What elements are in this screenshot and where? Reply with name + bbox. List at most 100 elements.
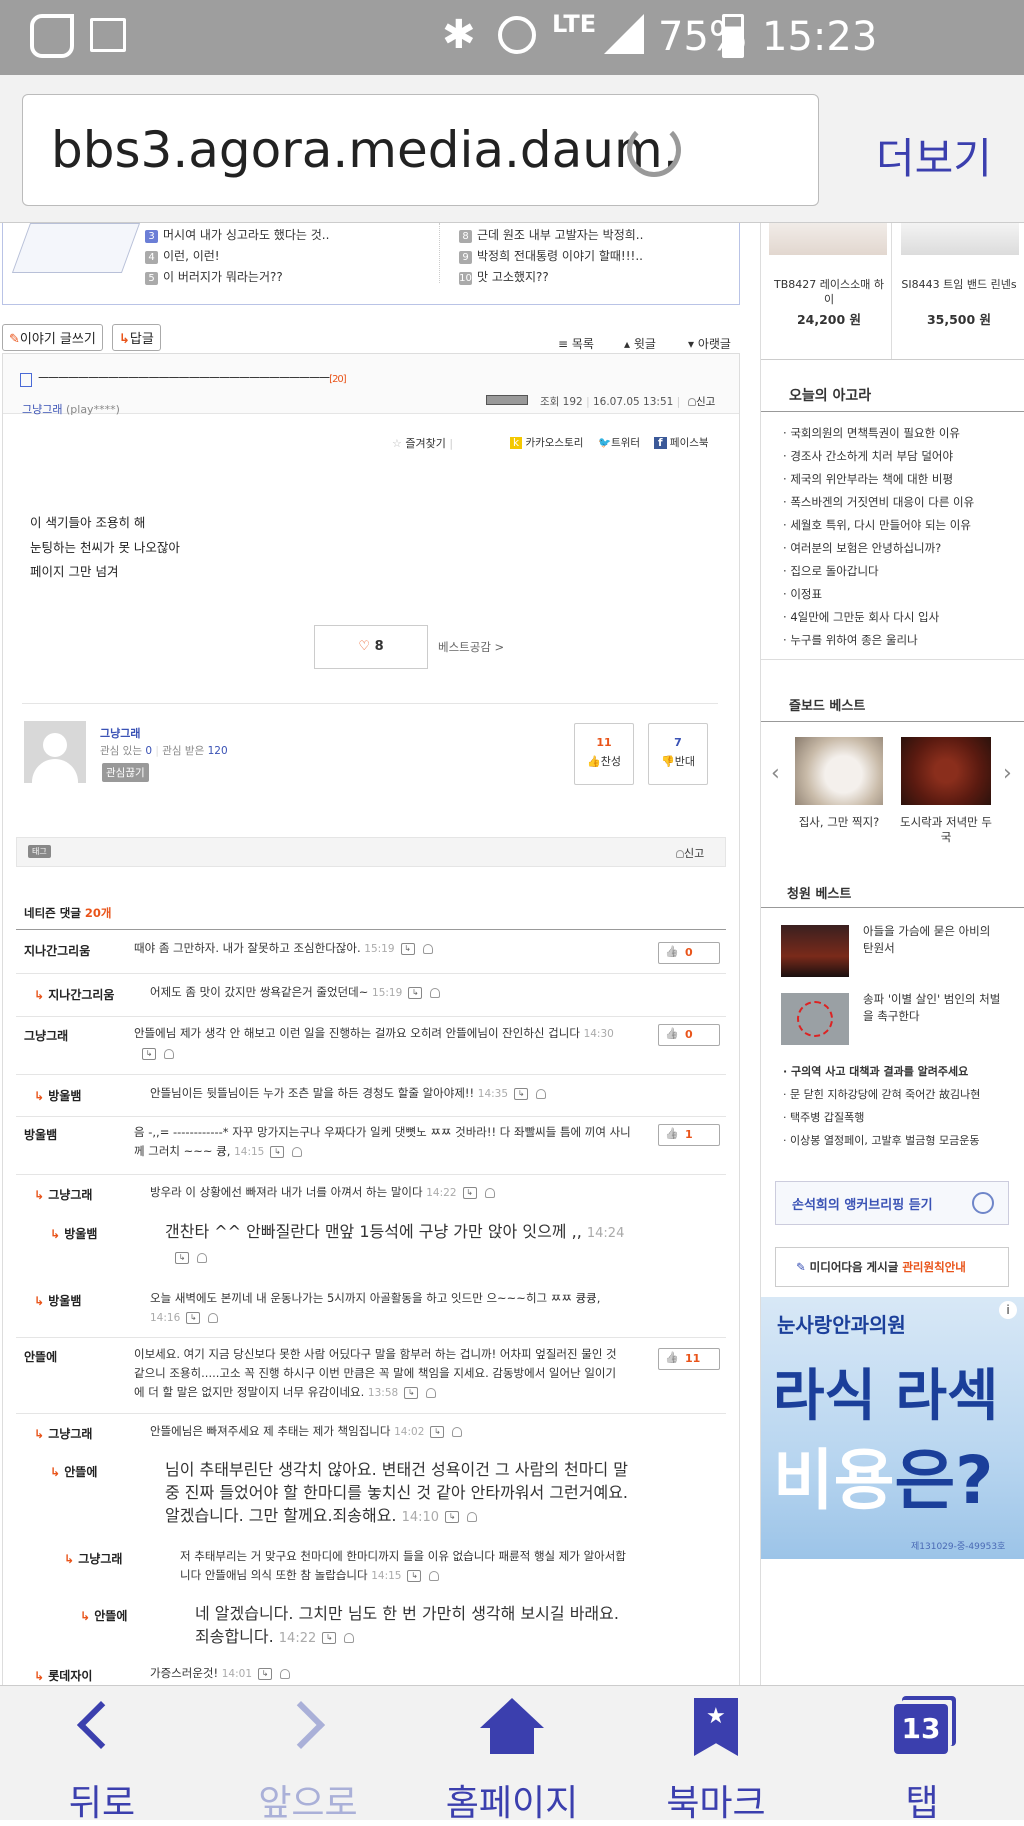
comment-author[interactable]: ↳ 방울뱀	[50, 1225, 97, 1242]
comment-author[interactable]: ↳ 지나간그리움	[34, 986, 114, 1003]
top-list-item[interactable]: 3 머시여 내가 싱고라도 했다는 것..	[145, 226, 329, 243]
report-icon[interactable]	[452, 1426, 463, 1437]
reply-icon[interactable]: ↳	[514, 1087, 529, 1100]
reply-icon[interactable]: ↳	[462, 1186, 477, 1199]
reply-icon[interactable]: ↳	[400, 942, 415, 955]
comment-author[interactable]: ↳ 그냥그래	[34, 1186, 92, 1203]
comment-author[interactable]: 그냥그래	[24, 1027, 68, 1044]
home-button[interactable]: 홈페이지	[412, 1686, 612, 1824]
url-field[interactable]: bbs3.agora.media.daum.ne	[22, 94, 819, 206]
top-list-item[interactable]: 4 이런, 이런!	[145, 247, 220, 264]
report-icon[interactable]	[426, 1387, 437, 1398]
bookmark-button[interactable]: ★ 북마크	[616, 1686, 816, 1824]
reply-icon[interactable]: ↳	[404, 1386, 419, 1399]
post-author[interactable]: 그냥그래 (play****)	[22, 401, 120, 417]
forward-button[interactable]: 앞으로	[208, 1686, 408, 1824]
reply-icon[interactable]: ↳	[430, 1425, 445, 1438]
reply-icon[interactable]: ↳	[445, 1510, 460, 1523]
board-thumbnail[interactable]	[795, 737, 883, 805]
comment-author[interactable]: 지나간그리움	[24, 942, 90, 959]
report-icon[interactable]	[430, 987, 441, 998]
comment-like-button[interactable]: 1	[658, 1124, 720, 1146]
product-image[interactable]	[901, 223, 1019, 255]
ad-banner[interactable]: 눈사랑안과의원 i 라식 라섹 비용은? 제131029-중-49953호	[761, 1297, 1024, 1559]
report-icon[interactable]	[467, 1511, 478, 1522]
disagree-button[interactable]: 7 👎반대	[648, 723, 708, 785]
back-button[interactable]: 뒤로	[2, 1686, 202, 1824]
comment-like-button[interactable]: 11	[658, 1348, 720, 1370]
comment-author[interactable]: ↳ 그냥그래	[34, 1425, 92, 1442]
ad-info-icon[interactable]: i	[999, 1301, 1017, 1319]
anchor-briefing-button[interactable]: 손석희의 앵커브리핑 듣기	[775, 1181, 1009, 1225]
more-button[interactable]: 더보기	[876, 125, 992, 186]
petition-list-item[interactable]: · 택주병 갑질폭행	[783, 1109, 864, 1125]
reply-icon[interactable]: ↳	[322, 1631, 337, 1644]
product-name[interactable]: SI8443 트임 밴드 린넨s	[901, 277, 1017, 292]
policy-notice-link[interactable]: ✎ 미디어다음 게시글 관리원칙안내	[775, 1247, 1009, 1287]
reply-icon[interactable]: ↳	[270, 1145, 285, 1158]
comment-like-button[interactable]: 0	[658, 1024, 720, 1046]
report-icon[interactable]	[197, 1252, 207, 1263]
report-icon[interactable]	[422, 943, 433, 954]
reply-icon[interactable]: ↳	[258, 1667, 273, 1680]
comment-author[interactable]: ↳ 방울뱀	[34, 1087, 81, 1104]
today-item[interactable]: · 여러분의 보험은 안녕하십니까?	[783, 540, 941, 556]
comment-like-button[interactable]: 0	[658, 942, 720, 964]
facebook-share[interactable]: f 페이스북	[654, 435, 709, 450]
agree-button[interactable]: 11 👍찬성	[574, 723, 634, 785]
petition-list-item[interactable]: · 문 닫힌 지하강당에 갇혀 죽어간 故김나현	[783, 1086, 980, 1102]
unfollow-button[interactable]: 관심끊기	[102, 763, 149, 782]
top-list-item[interactable]: 9 박정희 전대통령 이야기 할때!!!..	[459, 247, 643, 264]
comment-author[interactable]: 안뜰에	[24, 1348, 57, 1365]
top-list-item[interactable]: 10 맛 고소했지??	[459, 268, 549, 285]
top-list-item[interactable]: 5이 버러지가 뭐라는거??	[145, 268, 283, 285]
report-icon[interactable]	[429, 1570, 440, 1581]
next-post-link[interactable]: ▾ 아랫글	[688, 335, 731, 352]
report-icon[interactable]	[536, 1088, 547, 1099]
comment-author[interactable]: ↳ 안뜰에	[50, 1463, 97, 1480]
today-item[interactable]: · 이정표	[783, 586, 822, 602]
petition-list-item[interactable]: · 구의역 사고 대책과 결과를 알려주세요	[783, 1063, 968, 1079]
petition-item-title[interactable]: 송파 '이별 살인' 범인의 처벌을 촉구한다	[863, 991, 1003, 1025]
petition-thumbnail[interactable]	[781, 925, 849, 977]
today-item[interactable]: · 4일만에 그만둔 회사 다시 입사	[783, 609, 939, 625]
write-post-button[interactable]: ✎이야기 글쓰기	[2, 324, 103, 351]
report-icon[interactable]	[280, 1668, 291, 1679]
report-icon[interactable]	[292, 1146, 303, 1157]
today-item[interactable]: · 누구를 위하여 종은 울리나	[783, 632, 918, 648]
top-list-item[interactable]: 8 근데 원조 내부 고발자는 박정희..	[459, 226, 643, 243]
reload-icon[interactable]	[627, 123, 681, 177]
profile-name[interactable]: 그냥그래	[100, 725, 140, 741]
today-item[interactable]: · 폭스바겐의 거짓연비 대응이 다른 이유	[783, 494, 974, 510]
today-item[interactable]: · 제국의 위안부라는 책에 대한 비평	[783, 471, 953, 487]
best-link[interactable]: 베스트공감 >	[438, 639, 504, 655]
reply-icon[interactable]: ↳	[407, 1569, 422, 1582]
today-item[interactable]: · 경조사 간소하게 치러 부담 덜어야	[783, 448, 953, 464]
reply-icon[interactable]: ↳	[186, 1311, 201, 1324]
comment-author[interactable]: ↳ 롯데자이	[34, 1667, 92, 1684]
today-item[interactable]: · 국회의원의 면책특권이 필요한 이유	[783, 425, 960, 441]
prev-post-link[interactable]: ▴ 윗글	[624, 335, 656, 352]
like-button[interactable]: ♡ 8	[314, 625, 428, 669]
petition-list-item[interactable]: · 이상봉 열정페이, 고발후 벌금형 모금운동	[783, 1132, 980, 1148]
comment-author[interactable]: ↳ 그냥그래	[64, 1550, 122, 1567]
report-icon[interactable]	[164, 1048, 174, 1059]
twitter-share[interactable]: 🐦트위터	[598, 435, 640, 450]
board-thumbnail[interactable]	[901, 737, 991, 805]
reply-icon[interactable]: ↳	[175, 1251, 189, 1264]
comment-author[interactable]: ↳ 안뜰에	[80, 1607, 127, 1624]
board-item-title[interactable]: 도시락과 저녁만 두국	[897, 815, 995, 845]
kakaostory-share[interactable]: k 카카오스토리	[510, 435, 583, 450]
petition-thumbnail[interactable]	[781, 993, 849, 1045]
report-icon[interactable]	[484, 1187, 495, 1198]
report-icon[interactable]	[208, 1312, 219, 1323]
product-image[interactable]	[769, 223, 887, 255]
reply-icon[interactable]: ↳	[408, 986, 423, 999]
today-item[interactable]: · 세월호 특위, 다시 만들어야 되는 이유	[783, 517, 971, 533]
product-name[interactable]: TB8427 레이스소매 하이	[771, 277, 887, 307]
tabs-button[interactable]: 13 탭	[822, 1686, 1022, 1824]
petition-item-title[interactable]: 아들을 가슴에 묻은 아비의 탄원서	[863, 923, 1003, 957]
report-link[interactable]: 신고	[688, 394, 715, 409]
comment-author[interactable]: ↳ 방울뱀	[34, 1292, 81, 1309]
reply-icon[interactable]: ↳	[142, 1047, 156, 1060]
